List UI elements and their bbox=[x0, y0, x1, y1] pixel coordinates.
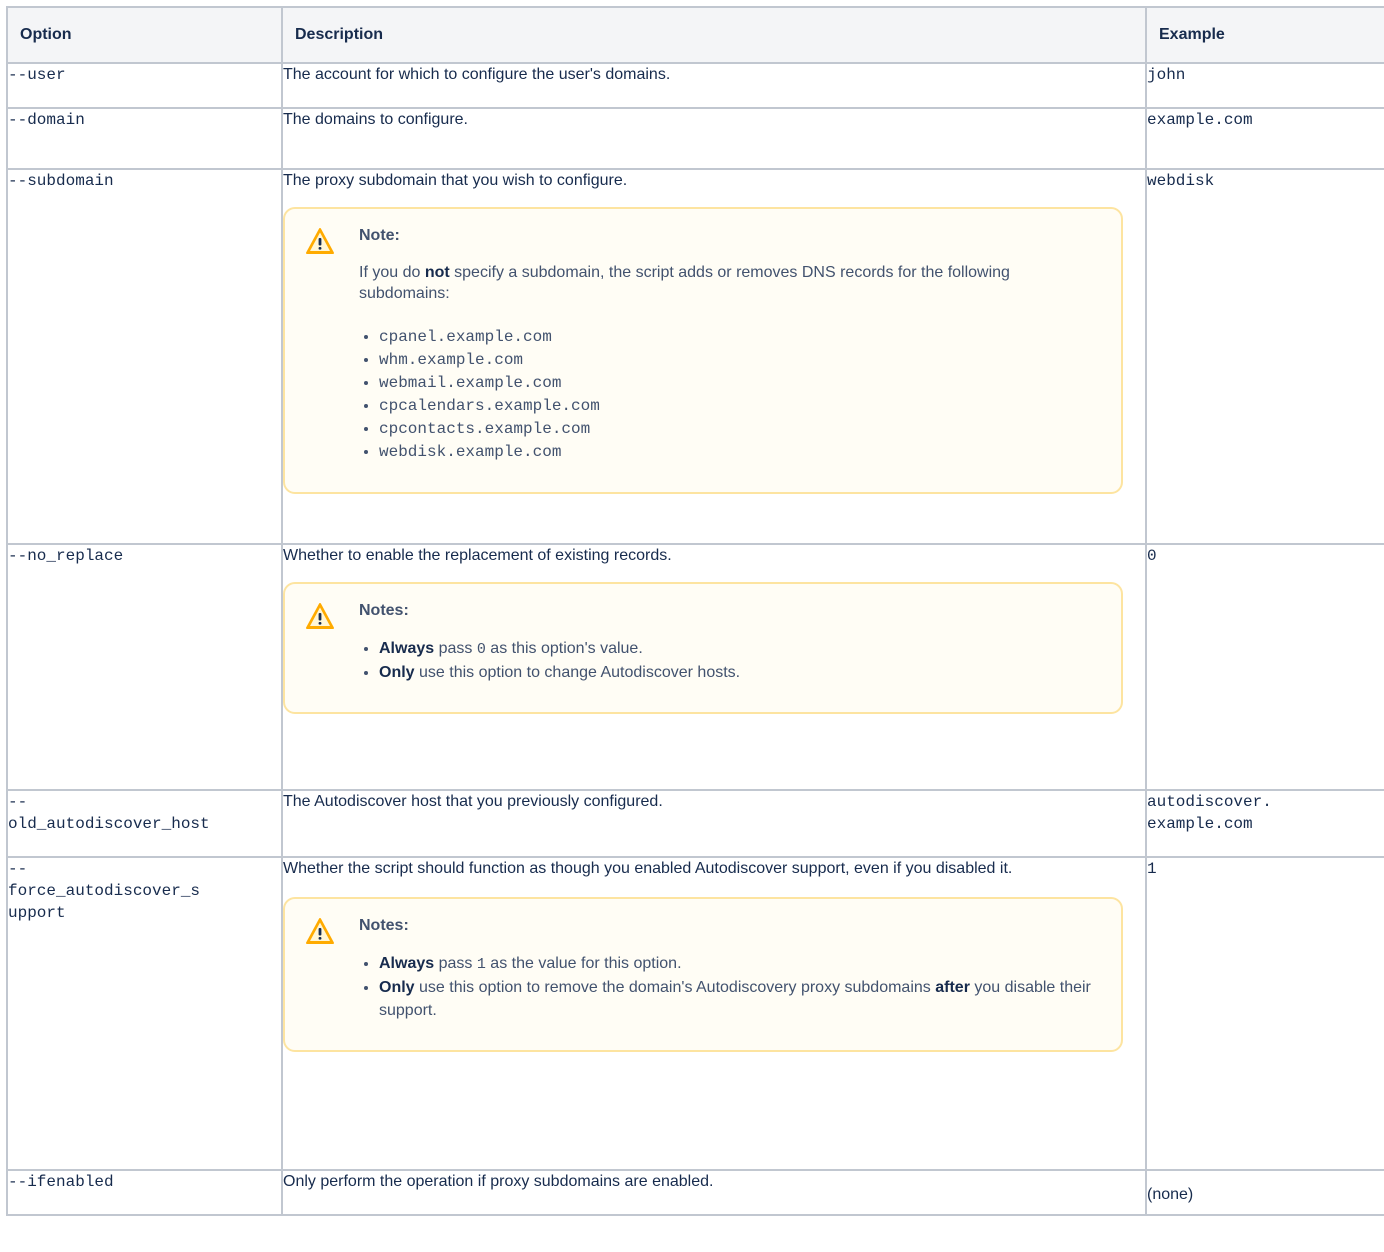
option-description: The domains to configure. bbox=[281, 107, 1147, 170]
option-example: 0 bbox=[1145, 543, 1384, 791]
table-row: --domain The domains to configure. examp… bbox=[6, 107, 1384, 170]
table-row: -- old_autodiscover_host The Autodiscover… bbox=[6, 789, 1384, 858]
header-example: Example bbox=[1145, 6, 1384, 64]
list-item: cpcontacts.example.com bbox=[379, 418, 1097, 441]
table-row: --ifenabled Only perform the operation i… bbox=[6, 1169, 1384, 1216]
header-description: Description bbox=[281, 6, 1147, 64]
option-description: The proxy subdomain that you wish to con… bbox=[283, 172, 628, 189]
notes-panel: Notes: Always pass 0 as this option's va… bbox=[283, 582, 1123, 714]
table-row: --user The account for which to configur… bbox=[6, 62, 1384, 109]
option-description: The Autodiscover host that you previousl… bbox=[281, 789, 1147, 858]
table-row: --no_replace Whether to enable the repla… bbox=[6, 543, 1384, 791]
notes-list: Always pass 1 as the value for this opti… bbox=[359, 952, 1097, 1022]
list-item: webdisk.example.com bbox=[379, 441, 1097, 464]
option-description-cell: Whether to enable the replacement of exi… bbox=[281, 543, 1147, 791]
option-description: Whether the script should function as th… bbox=[283, 860, 1013, 877]
table-header-row: Option Description Example bbox=[6, 6, 1384, 64]
option-example: autodiscover. example.com bbox=[1145, 789, 1384, 858]
warning-triangle-icon bbox=[306, 603, 334, 629]
option-description: Only perform the operation if proxy subd… bbox=[281, 1169, 1147, 1216]
option-name: -- force_autodiscover_s upport bbox=[6, 856, 283, 1171]
options-table: Option Description Example --user The ac… bbox=[6, 6, 1384, 1216]
table-row: --subdomain The proxy subdomain that you… bbox=[6, 168, 1384, 545]
option-example: john bbox=[1145, 62, 1384, 109]
option-example: example.com bbox=[1145, 107, 1384, 170]
note-paragraph: If you do not specify a subdomain, the s… bbox=[359, 264, 1010, 302]
header-option: Option bbox=[6, 6, 283, 64]
option-name: -- old_autodiscover_host bbox=[6, 789, 283, 858]
list-item: Always pass 0 as this option's value. bbox=[379, 637, 1097, 661]
table-row: -- force_autodiscover_s upport Whether the… bbox=[6, 856, 1384, 1171]
notes-list: Always pass 0 as this option's value. On… bbox=[359, 637, 1097, 684]
list-item: whm.example.com bbox=[379, 349, 1097, 372]
option-example: webdisk bbox=[1145, 168, 1384, 545]
list-item: Only use this option to remove the domai… bbox=[379, 976, 1097, 1022]
note-title: Notes: bbox=[359, 602, 409, 619]
list-item: Only use this option to change Autodisco… bbox=[379, 661, 1097, 684]
subdomain-list: cpanel.example.com whm.example.com webma… bbox=[359, 326, 1097, 464]
notes-panel: Notes: Always pass 1 as the value for th… bbox=[283, 897, 1123, 1052]
option-name: --subdomain bbox=[6, 168, 283, 545]
note-title: Note: bbox=[359, 227, 400, 244]
option-name: --user bbox=[6, 62, 283, 109]
list-item: cpcalendars.example.com bbox=[379, 395, 1097, 418]
option-example: 1 bbox=[1145, 856, 1384, 1171]
warning-triangle-icon bbox=[306, 918, 334, 944]
option-description-cell: The proxy subdomain that you wish to con… bbox=[281, 168, 1147, 545]
option-name: --domain bbox=[6, 107, 283, 170]
option-description-cell: Whether the script should function as th… bbox=[281, 856, 1147, 1171]
option-name: --no_replace bbox=[6, 543, 283, 791]
option-example: (none) bbox=[1145, 1169, 1384, 1216]
option-description: Whether to enable the replacement of exi… bbox=[283, 547, 672, 564]
list-item: cpanel.example.com bbox=[379, 326, 1097, 349]
warning-triangle-icon bbox=[306, 228, 334, 254]
note-panel: Note: If you do not specify a subdomain,… bbox=[283, 207, 1123, 494]
option-name: --ifenabled bbox=[6, 1169, 283, 1216]
option-description: The account for which to configure the u… bbox=[281, 62, 1147, 109]
note-title: Notes: bbox=[359, 917, 409, 934]
list-item: webmail.example.com bbox=[379, 372, 1097, 395]
list-item: Always pass 1 as the value for this opti… bbox=[379, 952, 1097, 976]
